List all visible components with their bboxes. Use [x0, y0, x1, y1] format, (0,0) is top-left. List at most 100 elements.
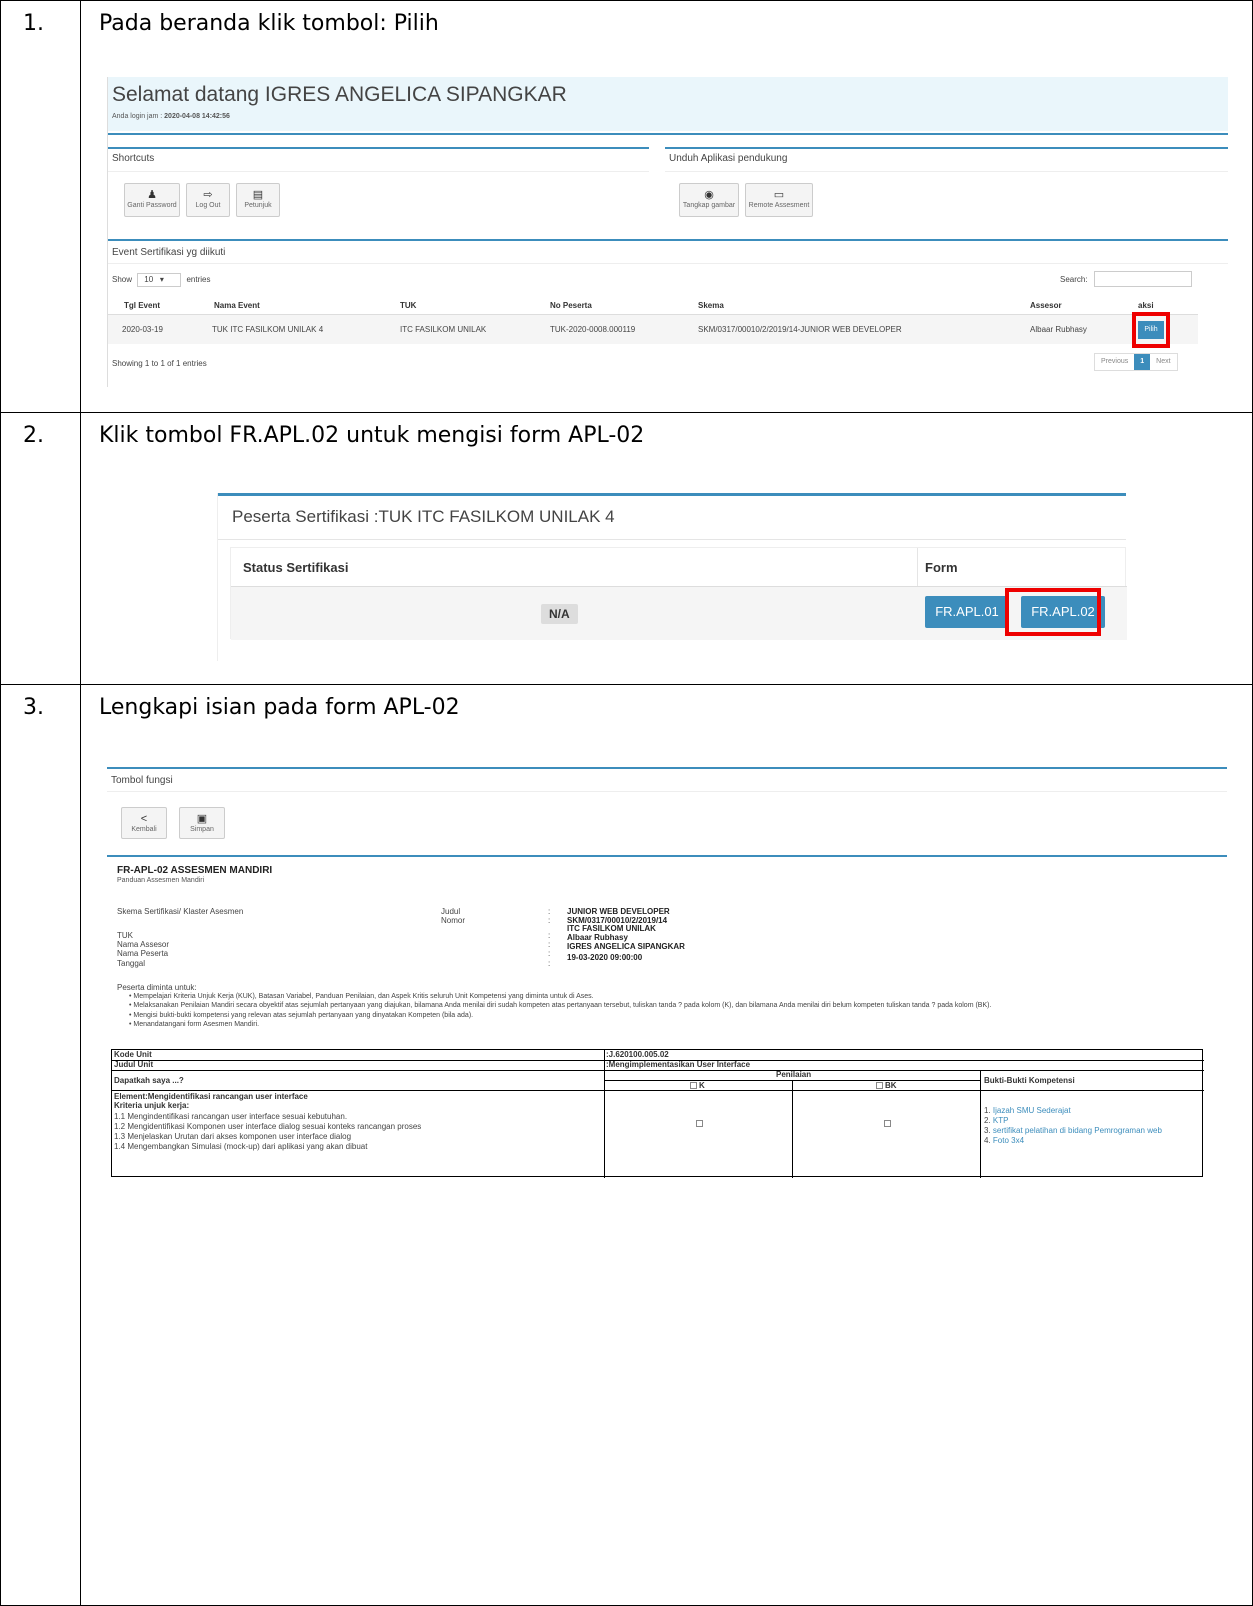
back-icon: < [140, 813, 148, 825]
log-out-button[interactable]: ⇨ Log Out [186, 183, 230, 217]
bukti-header: Bukti-Bukti Kompetensi [984, 1076, 1075, 1085]
search-input[interactable] [1094, 271, 1192, 287]
step-row-2: 2. Klik tombol FR.APL.02 untuk mengisi f… [1, 413, 1252, 685]
next-button[interactable]: Next [1150, 354, 1176, 370]
kriteria-text: Kriteria unjuk kerja: [114, 1101, 190, 1110]
step-number: 2. [23, 423, 44, 448]
login-info: Anda login jam : 2020-04-08 14:42:56 [112, 113, 230, 120]
bullet-4: • Menandatangani form Asesmen Mandiri. [129, 1021, 260, 1028]
colon: : [548, 959, 551, 968]
judul-unit-value: :Mengimplementasikan User Interface [606, 1060, 751, 1069]
evidence-1[interactable]: 1. Ijazah SMU Sederajat [984, 1106, 1071, 1115]
screenshot-peserta: Peserta Sertifikasi :TUK ITC FASILKOM UN… [217, 493, 1127, 661]
colon: : [548, 916, 551, 925]
form-subtitle: Panduan Assesmen Mandiri [117, 877, 205, 884]
field-judul: Judul [441, 907, 461, 916]
col-assesor[interactable]: Assesor [1030, 301, 1062, 310]
step-title: Lengkapi isian pada form APL-02 [99, 695, 460, 720]
value-tanggal: 19-03-2020 09:00:00 [567, 953, 643, 962]
step-row-1: 1. Pada beranda klik tombol: Pilih Selam… [1, 1, 1252, 413]
col-tgl-event[interactable]: Tgl Event [124, 301, 160, 310]
remote-assesment-button[interactable]: ▭ Remote Assesment [745, 183, 813, 217]
dapatkah-header: Dapatkah saya ...? [114, 1076, 184, 1085]
intro-text: Peserta diminta untuk: [117, 983, 197, 992]
field-peserta: Nama Peserta [117, 949, 169, 958]
kembali-button[interactable]: < Kembali [121, 807, 167, 839]
shortcuts-panel: Shortcuts ♟ Ganti Password ⇨ Log Out ▤ Petu… [108, 147, 649, 233]
step-number: 1. [23, 11, 44, 36]
kuk-3: 1.3 Menjelaskan Urutan dari akses kompon… [114, 1132, 352, 1141]
ganti-password-button[interactable]: ♟ Ganti Password [124, 183, 180, 217]
page-1-button[interactable]: 1 [1134, 354, 1151, 370]
judul-unit-label: Judul Unit [114, 1060, 154, 1069]
step-row-3: 3. Lengkapi isian pada form APL-02 Tombo… [1, 685, 1252, 1605]
colon: : [548, 931, 551, 940]
bullet-2: • Melaksanakan Penilaian Mandiri secara … [129, 1002, 992, 1009]
monitor-icon: ▭ [773, 189, 785, 201]
bullet-3: • Mengisi bukti-bukti kompetensi yang re… [129, 1012, 474, 1019]
bullet-1: • Mempelajari Kriteria Unjuk Kerja (KUK)… [129, 993, 594, 1000]
bk-header: BK [876, 1081, 897, 1090]
form-title: FR-APL-02 ASSESMEN MANDIRI [117, 865, 273, 876]
assessment-table: Kode Unit :J.620100.005.02 Judul Unit :M… [111, 1049, 1204, 1178]
colon: : [548, 949, 551, 958]
bk-checkbox[interactable] [884, 1120, 891, 1127]
entries-select[interactable]: 10 ▾ [137, 273, 182, 287]
welcome-box: Selamat datang IGRES ANGELICA SIPANGKAR … [108, 77, 1228, 131]
evidence-3[interactable]: 3. sertifikat pelatihan di bidang Pemrog… [984, 1126, 1162, 1135]
step-number-cell: 3. [1, 685, 81, 1605]
tangkap-gambar-button[interactable]: ◉ Tangkap gambar [679, 183, 739, 217]
col-tuk[interactable]: TUK [400, 301, 416, 310]
cell-assesor: Albaar Rubhasy [1030, 325, 1087, 334]
fr-apl-01-button[interactable]: FR.APL.01 [925, 596, 1009, 628]
events-panel: Event Sertifikasi yg diikuti Show 10 ▾ e… [108, 239, 1228, 379]
highlight-pilih [1132, 312, 1170, 348]
kuk-1: 1.1 Mengindentifikasi rancangan user int… [114, 1112, 348, 1121]
step-number-cell: 1. [1, 1, 81, 412]
screenshot-dashboard: Selamat datang IGRES ANGELICA SIPANGKAR … [107, 77, 1228, 387]
welcome-title: Selamat datang IGRES ANGELICA SIPANGKAR [112, 83, 567, 106]
k-checkbox[interactable] [696, 1120, 703, 1127]
download-panel: Unduh Aplikasi pendukung ◉ Tangkap gambar… [665, 147, 1228, 233]
cell-nama-event: TUK ITC FASILKOM UNILAK 4 [212, 325, 324, 334]
highlight-fr-apl-02 [1005, 588, 1101, 636]
cell-tgl: 2020-03-19 [122, 325, 163, 334]
logout-icon: ⇨ [203, 189, 213, 201]
kode-unit-label: Kode Unit [114, 1050, 152, 1059]
download-title: Unduh Aplikasi pendukung [669, 153, 788, 164]
field-tanggal: Tanggal [117, 959, 146, 968]
col-aksi[interactable]: aksi [1138, 301, 1154, 310]
field-assesor: Nama Assesor [117, 940, 170, 949]
cell-no-peserta: TUK-2020-0008.000119 [550, 325, 636, 334]
step-number-cell: 2. [1, 413, 81, 684]
evidence-4[interactable]: 4. Foto 3x4 [984, 1136, 1024, 1145]
search-label: Search: [1060, 275, 1088, 284]
step-number: 3. [23, 695, 44, 720]
shortcuts-title: Shortcuts [112, 153, 155, 164]
showing-text: Showing 1 to 1 of 1 entries [112, 359, 207, 368]
status-header: Status Sertifikasi [243, 560, 349, 575]
simpan-button[interactable]: ▣ Simpan [179, 807, 225, 839]
colon: : [548, 907, 551, 916]
table-row: 2020-03-19 TUK ITC FASILKOM UNILAK 4 ITC… [108, 312, 1198, 348]
login-time: 2020-04-08 14:42:56 [164, 113, 230, 120]
evidence-2[interactable]: 2. KTP [984, 1116, 1008, 1125]
col-nama-event[interactable]: Nama Event [214, 301, 260, 310]
col-no-peserta[interactable]: No Peserta [550, 301, 592, 310]
user-icon: ♟ [147, 189, 157, 201]
screenshot-apl02: Tombol fungsi < Kembali ▣ Simpan FR-APL-02… [107, 767, 1227, 1213]
petunjuk-button[interactable]: ▤ Petunjuk [236, 183, 280, 217]
peserta-title: Peserta Sertifikasi :TUK ITC FASILKOM UN… [232, 507, 615, 526]
col-skema[interactable]: Skema [698, 301, 724, 310]
step-title: Pada beranda klik tombol: Pilih [99, 11, 439, 36]
tombol-fungsi-title: Tombol fungsi [111, 775, 173, 786]
field-skema: Skema Sertifikasi/ Klaster Asesmen [117, 907, 244, 916]
camera-icon: ◉ [704, 189, 714, 201]
cell-tuk: ITC FASILKOM UNILAK [400, 325, 487, 334]
previous-button[interactable]: Previous [1095, 354, 1134, 370]
book-icon: ▤ [252, 189, 264, 201]
events-title: Event Sertifikasi yg diikuti [112, 247, 226, 258]
value-peserta: IGRES ANGELICA SIPANGKAR [567, 942, 685, 951]
k-header: K [690, 1081, 705, 1090]
pagination: Previous 1 Next [1094, 353, 1178, 371]
